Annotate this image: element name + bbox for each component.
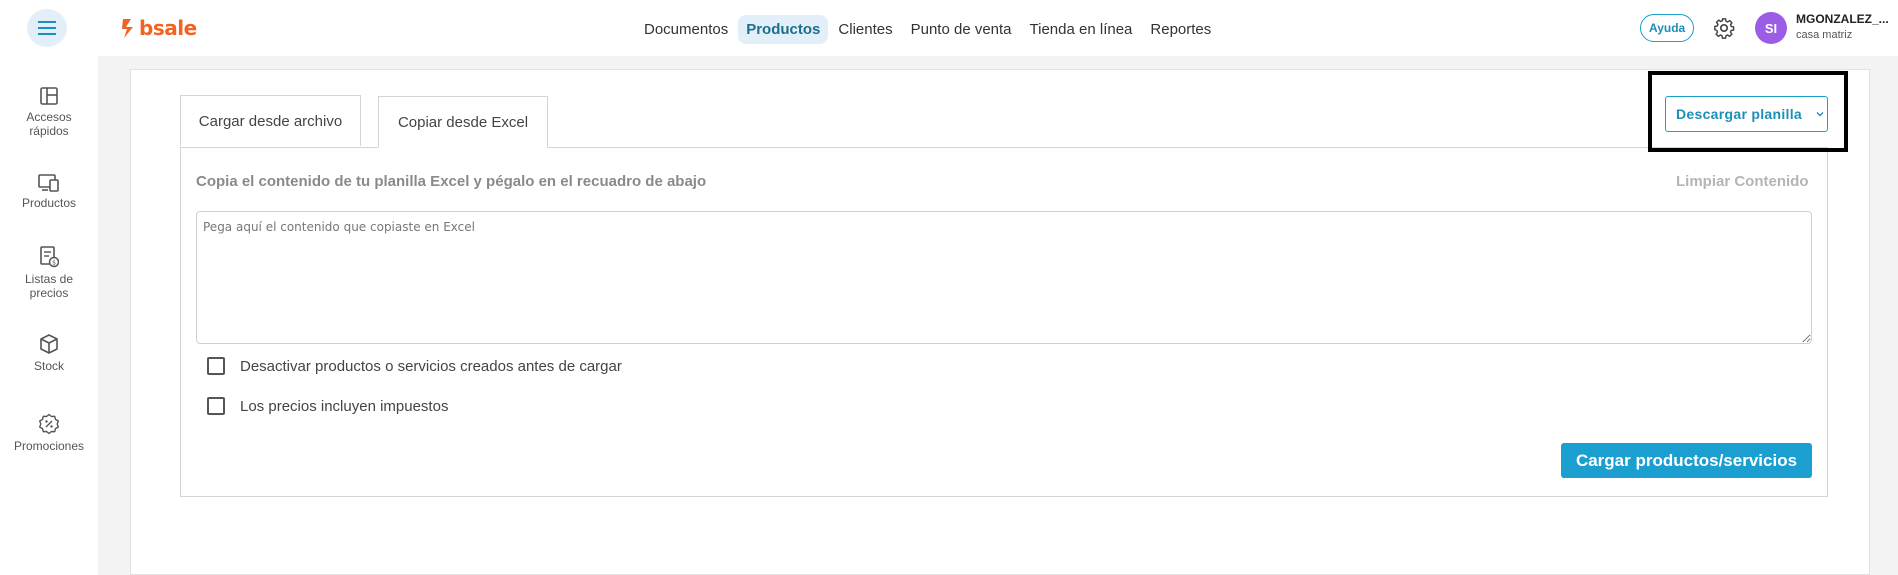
deactivate-products-checkbox-row[interactable]: Desactivar productos o servicios creados… xyxy=(207,357,622,375)
sidebar-item-promociones[interactable]: Promociones xyxy=(0,413,98,453)
logo-text: bsale xyxy=(139,16,197,40)
layout-icon xyxy=(40,87,58,105)
upload-products-button[interactable]: Cargar productos/servicios xyxy=(1561,443,1812,478)
deactivate-products-label: Desactivar productos o servicios creados… xyxy=(240,357,622,375)
bsale-logo[interactable]: bsale xyxy=(120,14,197,42)
gear-icon xyxy=(1714,18,1735,39)
svg-text:$: $ xyxy=(52,260,56,267)
deactivate-products-checkbox[interactable] xyxy=(207,357,225,375)
main-nav: Documentos Productos Clientes Punto de v… xyxy=(636,14,1219,44)
sidebar-item-listas-de-precios[interactable]: $ Listas de precios xyxy=(0,246,98,300)
sidebar-item-accesos-rapidos[interactable]: Accesos rápidos xyxy=(0,86,98,138)
help-button[interactable]: Ayuda xyxy=(1640,14,1695,42)
user-avatar[interactable]: SI xyxy=(1755,12,1787,44)
sidebar-item-label: Promociones xyxy=(13,439,85,453)
nav-item-productos[interactable]: Productos xyxy=(738,14,829,44)
nav-item-reportes[interactable]: Reportes xyxy=(1142,15,1219,44)
prices-include-taxes-checkbox-row[interactable]: Los precios incluyen impuestos xyxy=(207,397,448,415)
sidebar-item-stock[interactable]: Stock xyxy=(0,333,98,373)
nav-item-clientes[interactable]: Clientes xyxy=(830,15,900,44)
sidebar-item-label: Accesos rápidos xyxy=(26,110,72,138)
prices-include-taxes-checkbox[interactable] xyxy=(207,397,225,415)
nav-item-punto-de-venta[interactable]: Punto de venta xyxy=(903,15,1020,44)
sidebar: Accesos rápidos Productos $ Listas de pr… xyxy=(0,56,98,575)
box-icon xyxy=(40,334,58,354)
nav-item-tienda-en-linea[interactable]: Tienda en línea xyxy=(1022,15,1141,44)
prices-include-taxes-label: Los precios incluyen impuestos xyxy=(240,397,449,415)
paste-instructions: Copia el contenido de tu planilla Excel … xyxy=(196,173,707,190)
sidebar-item-label: Stock xyxy=(33,359,64,373)
percent-badge-icon xyxy=(39,413,59,435)
price-list-icon: $ xyxy=(40,246,59,268)
highlight-box xyxy=(1648,71,1848,152)
user-name[interactable]: MGONZALEZ_... xyxy=(1796,12,1889,26)
sidebar-item-productos[interactable]: Productos xyxy=(0,174,98,210)
user-branch: casa matriz xyxy=(1796,29,1853,41)
sidebar-item-label: Listas de precios xyxy=(24,272,74,300)
right-margin xyxy=(1870,56,1898,575)
sidebar-item-label: Productos xyxy=(21,196,77,210)
hamburger-menu-button[interactable] xyxy=(27,9,67,47)
settings-button[interactable] xyxy=(1710,14,1738,42)
hamburger-icon xyxy=(38,21,56,35)
paste-content-textarea[interactable] xyxy=(196,211,1812,344)
tab-copiar-desde-excel[interactable]: Copiar desde Excel xyxy=(378,96,548,148)
tab-cargar-desde-archivo[interactable]: Cargar desde archivo xyxy=(180,95,361,146)
clear-content-link[interactable]: Limpiar Contenido xyxy=(1676,173,1809,190)
bsale-logo-icon xyxy=(122,19,133,38)
devices-icon xyxy=(38,174,59,192)
nav-item-documentos[interactable]: Documentos xyxy=(636,15,736,44)
top-bar: bsale Documentos Productos Clientes Punt… xyxy=(0,0,1898,56)
